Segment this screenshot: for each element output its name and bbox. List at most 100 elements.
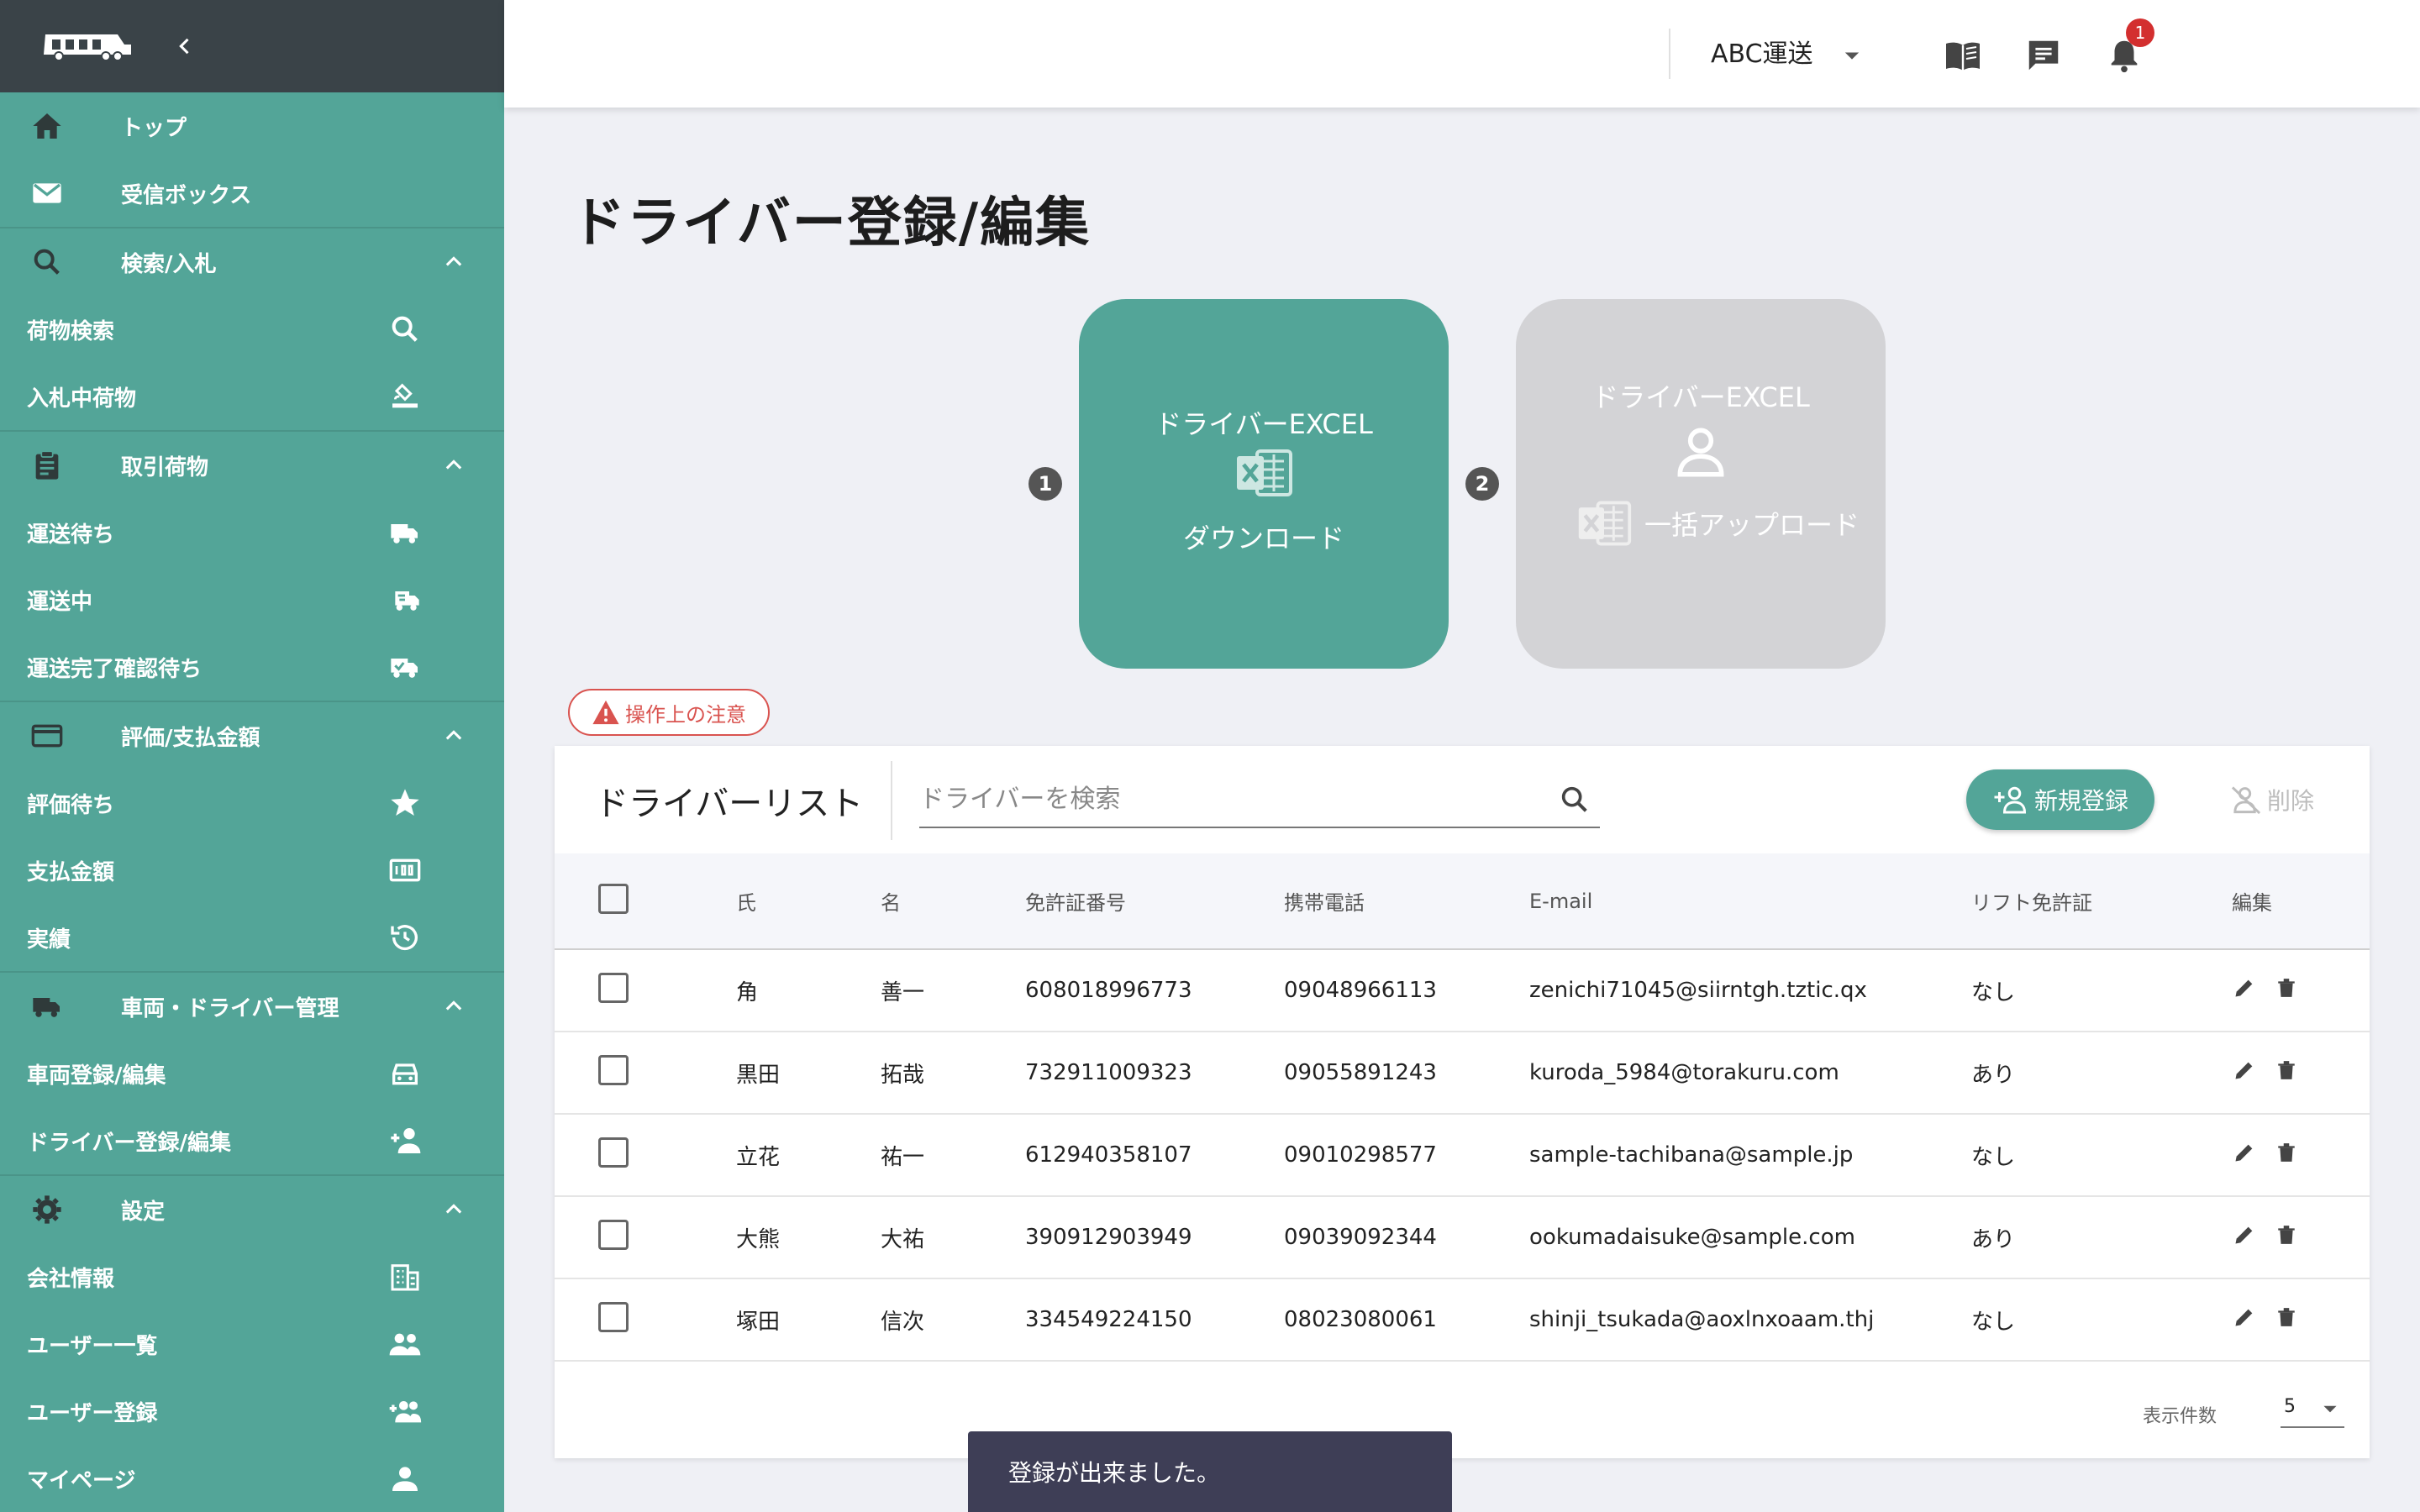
caret-down-icon (2323, 1405, 2337, 1413)
col-header-edit: 編集 (2232, 891, 2272, 915)
search-icon (392, 316, 418, 342)
delete-trash-icon[interactable] (2274, 975, 2299, 1000)
select-all-checkbox[interactable] (598, 883, 629, 914)
table-row[interactable]: 大熊 大祐 390912903949 09039092344 ookumadaisuke… (555, 1196, 2370, 1278)
item-icon-wrap (387, 514, 424, 551)
sidebar-item-7[interactable]: 運送中 (0, 566, 504, 633)
cell-first-name: 信次 (881, 1309, 925, 1335)
edit-pencil-icon[interactable] (2232, 1305, 2257, 1330)
row-checkbox[interactable] (598, 972, 629, 1003)
excel-download-card[interactable]: ドライバーEXCEL ダウンロード (1079, 299, 1449, 669)
person-icon (392, 1467, 418, 1491)
row-checkbox[interactable] (598, 1219, 629, 1250)
sidebar-item-18[interactable]: ユーザー一覧 (0, 1310, 504, 1378)
col-header-email[interactable]: E-mail (1529, 853, 1971, 949)
cell-lift-license: あり (1971, 1226, 2016, 1252)
cell-first-name: 拓哉 (881, 1062, 925, 1088)
per-page-select[interactable]: 5 (2281, 1391, 2344, 1428)
cell-email: ookumadaisuke@sample.com (1529, 1225, 1855, 1250)
person-icon (1677, 428, 1724, 477)
cell-first-name: 大祐 (881, 1226, 925, 1252)
delete-trash-icon[interactable] (2274, 1222, 2299, 1247)
col-header-lift-license[interactable]: リフト免許証 (1971, 853, 2232, 949)
new-register-button[interactable]: 新規登録 (1966, 769, 2154, 830)
chevron-up-icon[interactable] (437, 990, 471, 1023)
clipboard-icon (35, 450, 59, 480)
sidebar-item-12[interactable]: 実績 (0, 904, 504, 971)
row-checkbox[interactable] (598, 1054, 629, 1085)
mail-icon (33, 183, 61, 203)
col-header-last-name[interactable]: 氏 (736, 853, 881, 949)
home-icon (33, 113, 61, 139)
sidebar-item-10[interactable]: 評価待ち (0, 769, 504, 837)
sidebar-section-label: 受信ボックス (121, 182, 252, 208)
card-subtitle: 一括アップロード (1644, 509, 1860, 541)
item-icon-wrap (387, 311, 424, 348)
sidebar-item-label: 荷物検索 (27, 318, 115, 344)
sidebar-section-label: トップ (121, 115, 187, 141)
sidebar-item-label: 入札中荷物 (27, 386, 137, 412)
sidebar-section-label: 車両・ドライバー管理 (121, 995, 339, 1021)
excel-upload-card[interactable]: ドライバーEXCEL 一括アップロード (1516, 299, 1886, 669)
delete-button[interactable]: 削除 (2213, 769, 2331, 830)
sidebar-item-3[interactable]: 荷物検索 (0, 296, 504, 363)
sidebar-section-0[interactable]: トップ (0, 92, 504, 160)
table-row[interactable]: 角 善一 608018996773 09048966113 zenichi71045@s… (555, 949, 2370, 1032)
driver-search-input[interactable] (919, 771, 1541, 827)
chevron-up-icon[interactable] (437, 245, 471, 279)
sidebar-section-2[interactable]: 検索/入札 (0, 228, 504, 296)
chevron-up-icon[interactable] (437, 1193, 471, 1226)
chevron-up-icon[interactable] (437, 449, 471, 482)
sidebar-item-label: 支払金額 (27, 859, 115, 885)
card-subtitle: ダウンロード (1182, 522, 1344, 554)
history-icon (391, 925, 418, 951)
chat-icon[interactable] (2022, 34, 2065, 77)
sidebar-section-1[interactable]: 受信ボックス (0, 160, 504, 227)
sidebar-section-label: 取引荷物 (121, 454, 209, 480)
row-checkbox[interactable] (598, 1137, 629, 1168)
sidebar-item-label: 運送待ち (27, 522, 115, 548)
search-icon[interactable] (1558, 783, 1591, 816)
sidebar-item-11[interactable]: 支払金額 (0, 837, 504, 904)
sidebar-item-19[interactable]: ユーザー登録 (0, 1378, 504, 1445)
sidebar-section-16[interactable]: 設定 (0, 1176, 504, 1243)
company-name[interactable]: ABC運送 (1711, 34, 1813, 76)
sidebar-section-9[interactable]: 評価/支払金額 (0, 702, 504, 769)
sidebar-section-5[interactable]: 取引荷物 (0, 432, 504, 499)
topbar-divider (1669, 29, 1670, 79)
step-1-number: 1 (1028, 467, 1062, 501)
delete-trash-icon[interactable] (2274, 1140, 2299, 1165)
table-row[interactable]: 塚田 信次 334549224150 08023080061 shinji_tsukad… (555, 1278, 2370, 1361)
sidebar-item-17[interactable]: 会社情報 (0, 1243, 504, 1310)
caret-down-icon[interactable] (1840, 44, 1864, 67)
table-row[interactable]: 立花 祐一 612940358107 09010298577 sample-tachib… (555, 1114, 2370, 1196)
edit-pencil-icon[interactable] (2232, 1058, 2257, 1083)
manual-book-icon[interactable] (1941, 34, 1985, 77)
collapse-sidebar-button[interactable] (168, 29, 202, 63)
sidebar-section-13[interactable]: 車両・ドライバー管理 (0, 973, 504, 1040)
edit-pencil-icon[interactable] (2232, 1222, 2257, 1247)
delete-trash-icon[interactable] (2274, 1058, 2299, 1083)
edit-pencil-icon[interactable] (2232, 975, 2257, 1000)
sidebar-item-15[interactable]: ドライバー登録/編集 (0, 1107, 504, 1174)
col-header-license[interactable]: 免許証番号 (1025, 853, 1284, 949)
chevron-left-icon (179, 38, 189, 55)
col-header-first-name[interactable]: 名 (881, 853, 1025, 949)
sidebar-item-6[interactable]: 運送待ち (0, 499, 504, 566)
table-row[interactable]: 黒田 拓哉 732911009323 09055891243 kuroda_5984@t… (555, 1032, 2370, 1114)
operation-notice-button[interactable]: 操作上の注意 (568, 689, 770, 736)
sidebar-item-8[interactable]: 運送完了確認待ち (0, 633, 504, 701)
sidebar-header (0, 0, 504, 92)
app-logo[interactable] (40, 29, 134, 63)
edit-pencil-icon[interactable] (2232, 1140, 2257, 1165)
row-checkbox[interactable] (598, 1301, 629, 1332)
sidebar-item-20[interactable]: マイページ (0, 1445, 504, 1512)
sidebar-item-4[interactable]: 入札中荷物 (0, 363, 504, 430)
chevron-up-icon[interactable] (437, 719, 471, 753)
sidebar-item-14[interactable]: 車両登録/編集 (0, 1040, 504, 1107)
col-header-phone[interactable]: 携帯電話 (1284, 853, 1529, 949)
delete-trash-icon[interactable] (2274, 1305, 2299, 1330)
cell-actions (2232, 949, 2370, 1032)
section-icon-wrap (29, 447, 66, 484)
driver-table: 氏 名 免許証番号 携帯電話 E-mail リフト免許証 編集 角 善一 60801… (555, 853, 2370, 1362)
